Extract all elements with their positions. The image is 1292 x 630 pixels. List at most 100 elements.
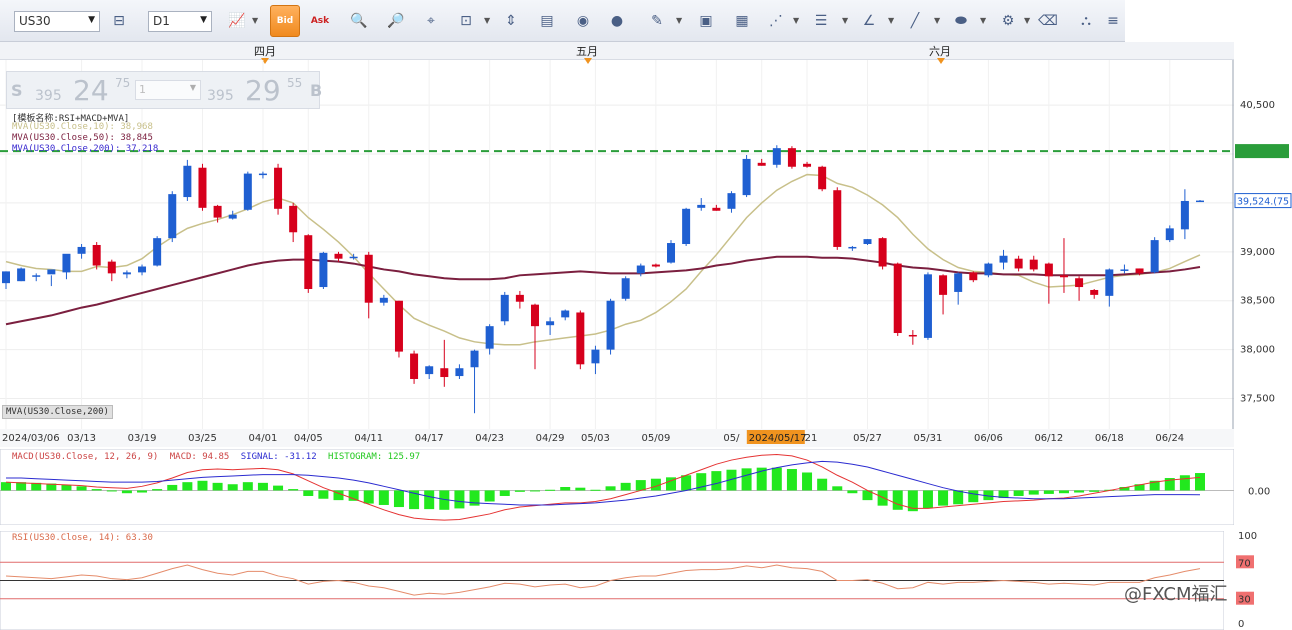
rsi-tick-label: 0 — [1238, 619, 1244, 630]
histogram-bar — [953, 490, 964, 505]
histogram-bar — [545, 489, 556, 491]
angle-icon[interactable]: ∠ — [856, 8, 882, 34]
month-label: 四月 — [254, 45, 276, 58]
bid-button[interactable]: Bid — [270, 5, 300, 37]
chevron-down-icon[interactable]: ▼ — [676, 16, 682, 25]
chevron-down-icon[interactable]: ▼ — [842, 16, 848, 25]
sell-letter[interactable]: S — [11, 81, 23, 100]
sell-prefix: 395 — [35, 88, 62, 104]
candle-body — [425, 366, 434, 375]
date-tick-label: 03/19 — [128, 433, 157, 444]
magnifier-range-icon[interactable]: ⊡ — [453, 8, 479, 34]
symbol-select[interactable]: US30 ▼ — [14, 11, 100, 32]
histogram-bar — [121, 490, 132, 494]
candle-body — [455, 368, 464, 377]
mva200-tag: MVA(US30.Close,200) — [2, 405, 113, 419]
date-tick-label: 06/18 — [1095, 433, 1124, 444]
template-icon[interactable]: ▤ — [534, 8, 560, 34]
candle-body — [893, 263, 902, 334]
sell-price[interactable]: 24 — [73, 74, 109, 107]
line-icon[interactable]: ╱ — [902, 8, 928, 34]
candle-body — [1090, 289, 1099, 295]
chevron-down-icon[interactable]: ▼ — [980, 16, 986, 25]
chevron-down-icon[interactable]: ▼ — [484, 16, 490, 25]
rsi-chart[interactable] — [0, 531, 1224, 630]
candle-body — [1029, 259, 1038, 270]
candle-body — [485, 326, 494, 349]
candle-body — [47, 269, 56, 275]
ask-button[interactable]: Ask — [307, 8, 333, 34]
lot-input[interactable]: 1 ▼ — [135, 80, 201, 100]
candle-body — [1180, 200, 1189, 230]
mva200-legend: MVA(US30.Close,200): 37,218 — [12, 144, 159, 154]
histogram-bar — [1074, 490, 1085, 493]
chevron-down-icon[interactable]: ▼ — [1024, 16, 1030, 25]
date-tick-label: 06/12 — [1034, 433, 1063, 444]
screenshot-icon[interactable]: ▦ — [729, 8, 755, 34]
histogram-bar — [318, 490, 329, 499]
crosshair-icon[interactable]: ⌖ — [418, 8, 444, 34]
globe-icon[interactable]: ● — [604, 8, 630, 34]
date-tick-label: 03/25 — [188, 433, 217, 444]
rsi-tick-label: 100 — [1238, 531, 1257, 542]
histogram-bar — [1089, 490, 1100, 492]
trendline-tools-icon[interactable]: ⋰ — [763, 8, 789, 34]
date-tick-label: 06/24 — [1155, 433, 1184, 444]
menu-icon[interactable]: ≡ — [1100, 8, 1126, 34]
period-value: D1 — [153, 14, 170, 28]
buy-letter[interactable]: B — [310, 81, 322, 100]
eye-icon[interactable]: ◉ — [570, 8, 596, 34]
histogram-bar — [560, 487, 571, 491]
candle-body — [274, 167, 283, 209]
horizontal-lines-icon[interactable]: ☰ — [808, 8, 834, 34]
eraser-icon[interactable]: ⌫ — [1035, 8, 1061, 34]
lot-value: 1 — [139, 83, 146, 96]
candle-body — [621, 278, 630, 299]
candle-body — [183, 165, 192, 198]
candle-body — [546, 321, 555, 326]
chevron-down-icon[interactable]: ▼ — [888, 16, 894, 25]
histogram-bar — [182, 482, 193, 491]
hierarchy-icon[interactable]: ⛬ — [1073, 8, 1099, 34]
buy-price[interactable]: 29 — [245, 74, 281, 107]
histogram-bar — [711, 471, 722, 491]
histogram-bar — [167, 484, 178, 491]
chart-type-icon[interactable]: ⊟ — [106, 8, 132, 34]
indicator-icon[interactable]: ⇕ — [498, 8, 524, 34]
ellipse-icon[interactable]: ⬬ — [948, 8, 974, 34]
ruler-icon[interactable]: ✎ — [644, 8, 670, 34]
histogram-bar — [137, 490, 148, 493]
histogram-bar — [605, 486, 616, 491]
zoom-out-icon[interactable]: 🔎 — [383, 8, 409, 34]
date-tick-label: 21 — [805, 433, 818, 444]
histogram-bar — [575, 487, 586, 491]
chevron-down-icon[interactable]: ▼ — [252, 16, 258, 25]
candle-body — [591, 349, 600, 364]
price-chart[interactable] — [0, 60, 1234, 429]
candle-body — [228, 214, 237, 219]
candle-body — [334, 253, 343, 259]
chevron-down-icon[interactable]: ▼ — [934, 16, 940, 25]
line-chart-icon[interactable]: 📈 — [224, 8, 250, 34]
histogram-bar — [484, 490, 495, 502]
bid-label: Bid — [276, 16, 294, 26]
macd-name: MACD(US30.Close, 12, 26, 9) — [12, 452, 159, 462]
date-axis: 2024/03/06 03/13 03/19 03/25 04/01 04/05 04/11… — [0, 429, 1234, 447]
object-list-icon[interactable]: ⚙ — [995, 8, 1021, 34]
candle-body — [636, 265, 645, 274]
price-tick-label: 37,500 — [1240, 394, 1275, 405]
period-select[interactable]: D1 ▼ — [148, 11, 212, 32]
chevron-down-icon[interactable]: ▼ — [793, 16, 799, 25]
zoom-in-icon[interactable]: 🔍 — [346, 8, 372, 34]
histogram-bar — [393, 490, 404, 508]
candle-body — [62, 253, 71, 273]
image-icon[interactable]: ▣ — [693, 8, 719, 34]
histogram-bar — [1, 482, 11, 491]
candle-body — [772, 148, 781, 165]
rsi-tick-label: 70 — [1238, 558, 1251, 569]
candle-body — [394, 300, 403, 352]
candle-body — [168, 194, 177, 239]
candle-body — [107, 261, 116, 274]
histogram-bar — [1043, 490, 1054, 494]
histogram-bar — [197, 480, 208, 491]
